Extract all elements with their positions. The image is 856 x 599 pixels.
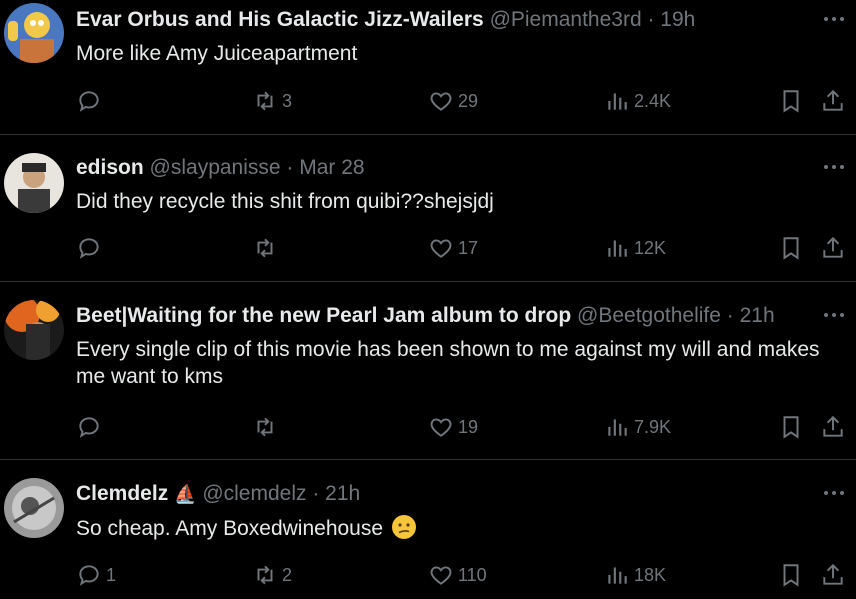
bookmark-icon xyxy=(783,416,799,439)
retweet-icon xyxy=(257,91,273,111)
retweet-icon xyxy=(257,417,273,437)
like-button[interactable]: 19 xyxy=(428,412,478,442)
reply-button[interactable] xyxy=(76,412,106,442)
retweet-button[interactable] xyxy=(252,233,282,263)
share-icon xyxy=(823,89,843,111)
bookmark-icon xyxy=(783,237,799,260)
share-button[interactable] xyxy=(820,233,846,263)
share-button[interactable] xyxy=(820,412,846,442)
author-handle[interactable]: @Piemanthe3rd xyxy=(490,8,642,31)
views-button[interactable]: 2.4K xyxy=(604,86,671,116)
reply-button[interactable]: 1 xyxy=(76,560,116,590)
author-handle[interactable]: @slaypanisse xyxy=(150,156,281,179)
bookmark-button[interactable] xyxy=(778,86,804,116)
retweet-button[interactable]: 3 xyxy=(252,86,292,116)
timestamp[interactable]: · 19h xyxy=(647,8,695,31)
author-handle[interactable]: @clemdelz xyxy=(202,482,306,505)
tweet[interactable]: Clemdelz ⛵ @clemdelz · 21h So cheap. Amy… xyxy=(0,460,856,599)
views-icon xyxy=(608,93,627,110)
author-handle[interactable]: @Beetgothelife xyxy=(577,304,721,327)
heart-icon xyxy=(430,239,452,258)
views-button[interactable]: 7.9K xyxy=(604,412,671,442)
reply-icon xyxy=(79,238,99,259)
tweet[interactable]: Evar Orbus and His Galactic Jizz-Wailers… xyxy=(0,0,856,134)
action-bar: 19 7.9K xyxy=(76,412,856,442)
reply-icon xyxy=(79,91,99,112)
more-options-icon[interactable] xyxy=(822,8,846,28)
more-options-icon[interactable] xyxy=(822,156,846,176)
views-button[interactable]: 18K xyxy=(604,560,666,590)
more-options-icon[interactable] xyxy=(822,304,846,324)
like-button[interactable]: 17 xyxy=(428,233,478,263)
heart-icon xyxy=(430,566,452,585)
tweet-header: edison @slaypanisse · Mar 28 xyxy=(76,155,812,181)
avatar[interactable] xyxy=(4,300,64,360)
tweet-header: Clemdelz ⛵ @clemdelz · 21h xyxy=(76,481,812,507)
share-icon xyxy=(823,236,843,258)
reply-icon xyxy=(79,417,99,438)
timestamp[interactable]: · Mar 28 xyxy=(286,156,364,179)
author-name[interactable]: Evar Orbus and His Galactic Jizz-Wailers xyxy=(76,8,484,31)
retweet-icon xyxy=(257,238,273,258)
timestamp[interactable]: · 21h xyxy=(727,304,775,327)
like-button[interactable]: 110 xyxy=(428,560,487,590)
avatar[interactable] xyxy=(4,3,64,63)
share-icon xyxy=(823,415,843,437)
heart-icon xyxy=(430,92,452,111)
reply-button[interactable] xyxy=(76,86,106,116)
bookmark-icon xyxy=(783,90,799,113)
tweet-text: So cheap. Amy Boxedwinehouse xyxy=(76,517,384,540)
tweet-text: Did they recycle this shit from quibi??s… xyxy=(76,190,494,213)
retweet-button[interactable]: 2 xyxy=(252,560,292,590)
avatar[interactable] xyxy=(4,153,64,213)
sailboat-badge-icon: ⛵ xyxy=(174,484,197,504)
avatar[interactable] xyxy=(4,478,64,538)
tweet-text: Every single clip of this movie has been… xyxy=(76,338,820,388)
share-button[interactable] xyxy=(820,86,846,116)
author-name[interactable]: edison xyxy=(76,156,144,179)
author-name[interactable]: Beet|Waiting for the new Pearl Jam album… xyxy=(76,304,571,327)
bookmark-button[interactable] xyxy=(778,412,804,442)
views-icon xyxy=(608,567,627,584)
action-bar: 3 29 2.4K xyxy=(76,86,856,116)
views-icon xyxy=(608,240,627,257)
more-options-icon[interactable] xyxy=(822,482,846,502)
tweet[interactable]: edison @slaypanisse · Mar 28 Did they re… xyxy=(0,135,856,281)
retweet-icon xyxy=(257,565,273,585)
views-icon xyxy=(608,419,627,436)
views-button[interactable]: 12K xyxy=(604,233,666,263)
action-bar: 1 2 110 18K xyxy=(76,560,856,590)
reply-button[interactable] xyxy=(76,233,106,263)
tweet-text: More like Amy Juiceapartment xyxy=(76,42,358,65)
tweet-header: Beet|Waiting for the new Pearl Jam album… xyxy=(76,303,812,329)
bookmark-icon xyxy=(783,564,799,587)
tweet[interactable]: Beet|Waiting for the new Pearl Jam album… xyxy=(0,282,856,459)
retweet-button[interactable] xyxy=(252,412,282,442)
bookmark-button[interactable] xyxy=(778,233,804,263)
reply-icon xyxy=(79,565,99,586)
heart-icon xyxy=(430,418,452,437)
confused-face-icon xyxy=(391,515,416,539)
bookmark-button[interactable] xyxy=(778,560,804,590)
like-button[interactable]: 29 xyxy=(428,86,478,116)
action-bar: 17 12K xyxy=(76,233,856,263)
tweet-text-row: So cheap. Amy Boxedwinehouse xyxy=(76,514,836,542)
share-button[interactable] xyxy=(820,560,846,590)
tweet-header: Evar Orbus and His Galactic Jizz-Wailers… xyxy=(76,7,812,33)
author-name[interactable]: Clemdelz xyxy=(76,482,168,505)
share-icon xyxy=(823,563,843,585)
timestamp[interactable]: · 21h xyxy=(312,482,360,505)
